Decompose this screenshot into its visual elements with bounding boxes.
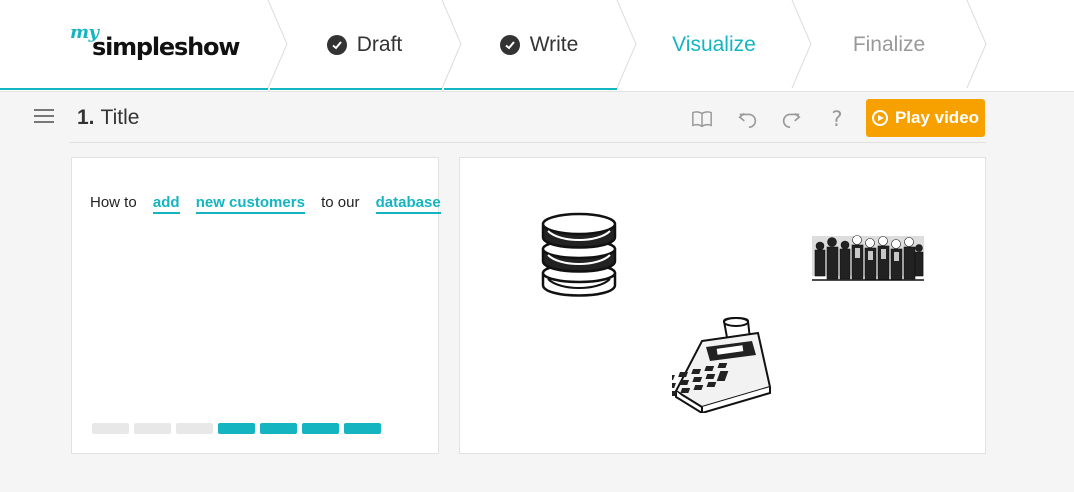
progress-segment-filled: [302, 423, 339, 434]
scene-sentence[interactable]: How to add new customers to our database: [90, 194, 441, 214]
help-icon[interactable]: ?: [825, 107, 849, 131]
step-visualize[interactable]: Visualize: [636, 0, 792, 90]
step-draft-label: Draft: [356, 33, 403, 56]
scene-progress-bar: [92, 423, 381, 434]
step-finalize-label: Finalize: [852, 33, 926, 56]
step-underline-logo: [0, 88, 268, 90]
sentence-word: How to: [90, 194, 137, 211]
step-write[interactable]: Write: [461, 0, 617, 90]
keyword-add[interactable]: add: [152, 194, 180, 214]
step-write-label: Write: [529, 33, 579, 56]
scene-visual-panel: [459, 157, 986, 454]
check-circle-icon: [326, 35, 347, 55]
progress-segment: [176, 423, 213, 434]
play-circle-icon: [871, 110, 888, 126]
people-crowd-image[interactable]: [812, 228, 924, 286]
progress-segment: [134, 423, 171, 434]
play-video-button[interactable]: Play video: [866, 99, 985, 137]
hamburger-menu-icon[interactable]: [34, 109, 54, 127]
progress-segment-filled: [260, 423, 297, 434]
sentence-word: to our: [321, 194, 360, 211]
scene-toolbar: 1. Title ? Play video: [0, 93, 1074, 143]
undo-icon[interactable]: [736, 108, 760, 130]
open-book-icon[interactable]: [690, 108, 714, 130]
scene-title[interactable]: 1. Title: [77, 106, 139, 130]
scene-title-text: Title: [100, 106, 140, 129]
step-visualize-label: Visualize: [672, 33, 756, 56]
redo-icon[interactable]: [779, 108, 803, 130]
keyword-database[interactable]: database: [375, 194, 441, 214]
scene-text-panel: How to add new customers to our database: [71, 157, 441, 454]
step-finalize[interactable]: Finalize: [811, 0, 967, 90]
progress-segment: [92, 423, 129, 434]
keyword-new-customers[interactable]: new customers: [195, 194, 305, 214]
database-icon[interactable]: [540, 211, 618, 299]
progress-segment-filled: [218, 423, 255, 434]
toolbar-divider: [70, 142, 986, 143]
check-circle-icon: [499, 35, 520, 55]
step-draft[interactable]: Draft: [287, 0, 442, 90]
progress-segment-filled: [344, 423, 381, 434]
scene-number: 1.: [77, 106, 95, 129]
progress-steps: Draft Write Visualize Finalize: [0, 0, 1074, 92]
calculator-image[interactable]: [672, 317, 774, 413]
play-video-label: Play video: [894, 108, 980, 127]
